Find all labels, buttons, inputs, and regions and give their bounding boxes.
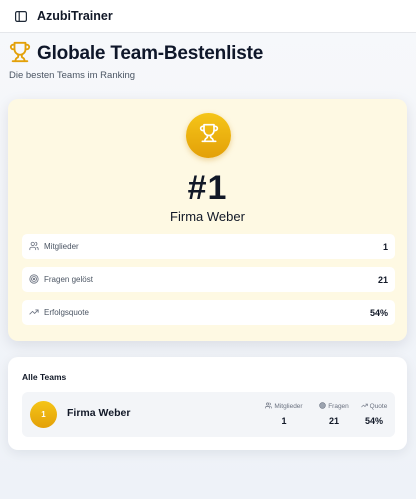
winner-rank: #1 (187, 169, 228, 207)
all-teams-title: Alle Teams (22, 372, 67, 382)
target-icon (319, 402, 326, 411)
users-icon (265, 402, 273, 411)
trophy-icon (199, 123, 219, 148)
trophy-icon (9, 41, 31, 63)
winner-card: #1 Firma Weber Mitglieder 1 Fragen gelös… (8, 99, 407, 341)
app-title: AzubiTrainer (37, 9, 113, 23)
team-stat-label: Quote (369, 403, 388, 410)
winner-stat-members: Mitglieder 1 (22, 234, 395, 259)
target-icon (29, 271, 39, 289)
stat-value: 1 (382, 241, 388, 252)
stat-label: Erfolgsquote (44, 308, 89, 317)
trending-up-icon (29, 304, 39, 322)
all-teams-card: Alle Teams 1 Firma Weber Mitglieder 1 Fr… (8, 357, 407, 450)
page-subtitle: Die besten Teams im Ranking (9, 70, 136, 81)
stat-value: 21 (377, 274, 388, 285)
winner-stat-success-rate: Erfolgsquote 54% (22, 300, 395, 325)
team-stat-label: Fragen (328, 403, 349, 410)
team-stat-value: 1 (281, 416, 287, 426)
top-bar: AzubiTrainer (0, 0, 416, 33)
stat-label: Mitglieder (44, 242, 79, 251)
stat-label: Fragen gelöst (44, 275, 93, 284)
team-stat-label: Mitglieder (274, 403, 303, 410)
team-stat-members: Mitglieder 1 (260, 402, 308, 426)
team-stat-questions: Fragen 21 (316, 402, 352, 426)
sidebar-toggle-icon[interactable] (14, 10, 28, 22)
trending-up-icon (360, 402, 368, 411)
winner-stat-questions: Fragen gelöst 21 (22, 267, 395, 292)
team-stat-value: 54% (364, 416, 383, 426)
team-rank-badge: 1 (30, 401, 57, 428)
winner-team-name: Firma Weber (170, 209, 245, 224)
users-icon (29, 238, 39, 256)
team-stat-rate: Quote 54% (358, 402, 390, 426)
page-title: Globale Team-Bestenliste (37, 43, 264, 64)
team-row[interactable]: 1 Firma Weber Mitglieder 1 Fragen 21 Quo… (22, 392, 395, 437)
winner-trophy-badge (186, 113, 231, 158)
team-name: Firma Weber (67, 407, 131, 419)
stat-value: 54% (369, 307, 388, 318)
team-stat-value: 21 (328, 416, 339, 426)
